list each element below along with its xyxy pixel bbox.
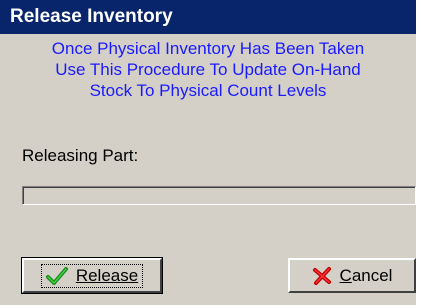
release-button[interactable]: Release xyxy=(21,257,163,294)
message-line-3: Stock To Physical Count Levels xyxy=(89,81,327,100)
release-button-focus: Release xyxy=(40,263,144,288)
release-button-label: Release xyxy=(75,265,139,285)
release-progress-bar xyxy=(22,186,416,205)
checkmark-icon xyxy=(45,266,68,285)
window-title-bar[interactable]: Release Inventory xyxy=(0,0,416,34)
cancel-button-label: Cancel xyxy=(339,265,393,285)
cancel-button[interactable]: Cancel xyxy=(288,258,416,293)
message-line-2: Use This Procedure To Update On-Hand xyxy=(55,60,361,79)
message-line-1: Once Physical Inventory Has Been Taken xyxy=(51,39,365,58)
release-inventory-dialog: Release Inventory Once Physical Inventor… xyxy=(0,0,416,305)
releasing-part-label: Releasing Part: xyxy=(22,146,139,165)
red-x-icon xyxy=(312,266,332,286)
window-title: Release Inventory xyxy=(10,6,173,27)
instruction-message: Once Physical Inventory Has Been Taken U… xyxy=(0,38,416,101)
